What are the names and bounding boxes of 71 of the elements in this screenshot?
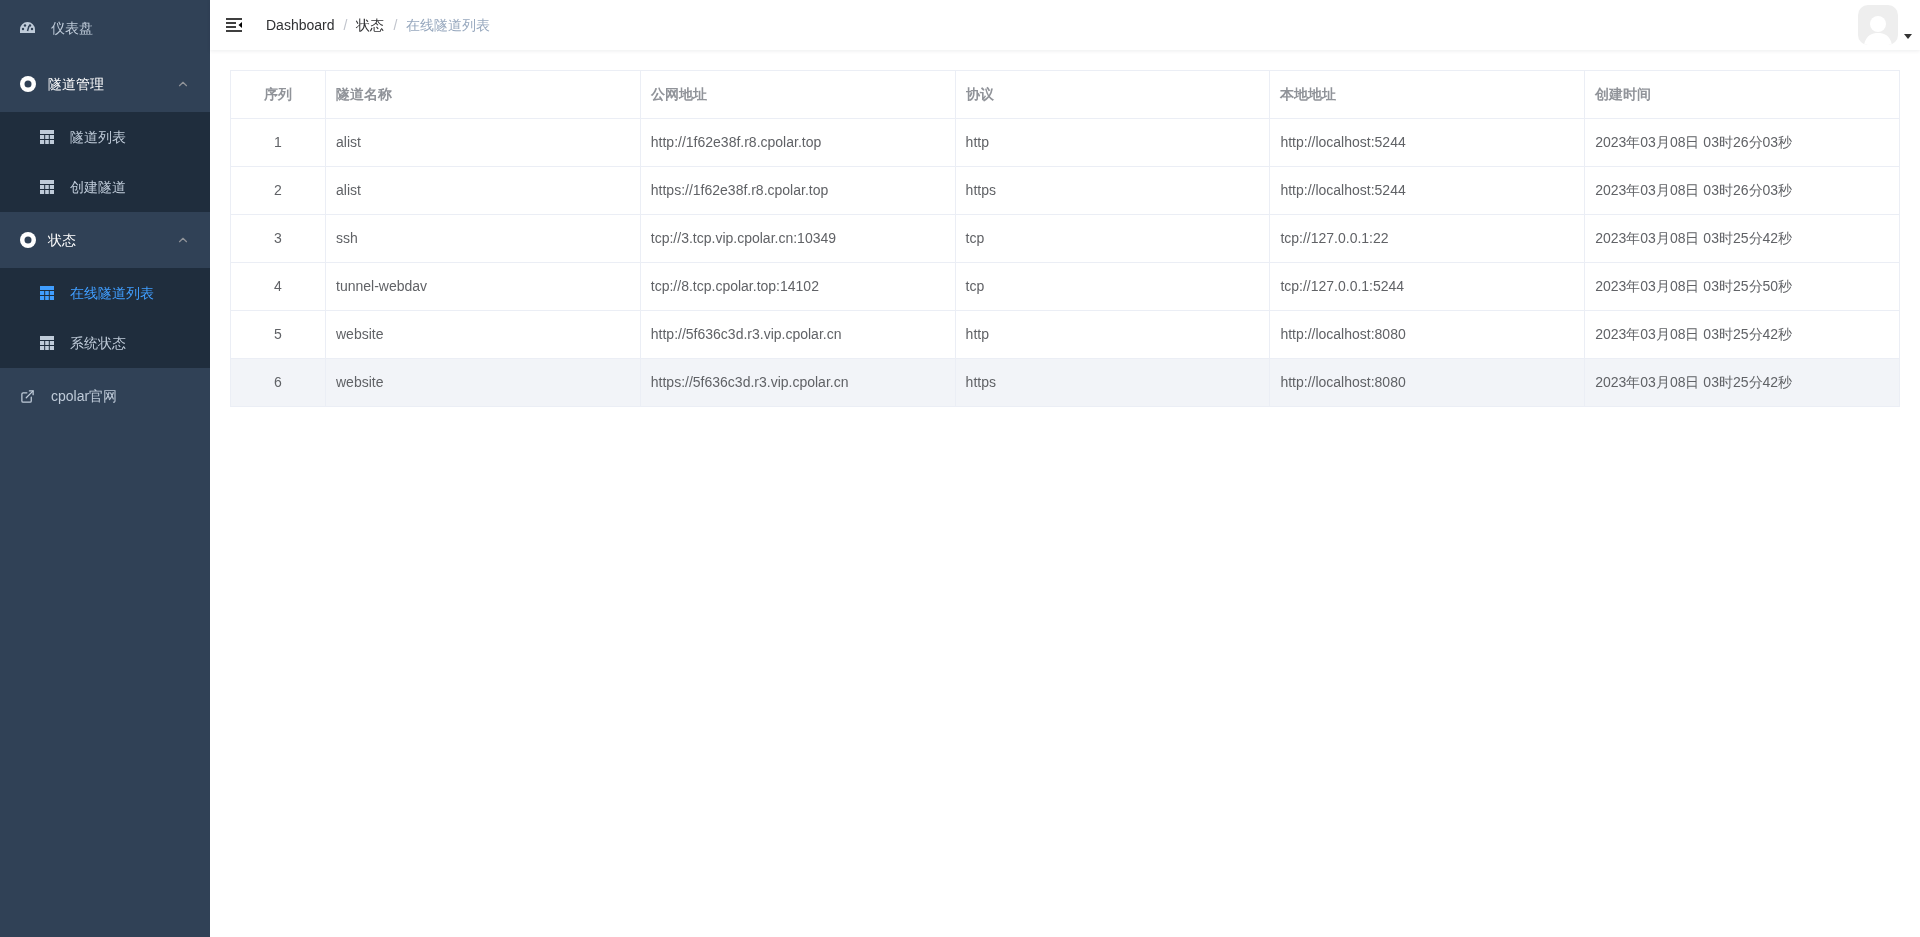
table-cell: https xyxy=(955,166,1270,215)
menu-group[interactable]: 隧道管理 xyxy=(0,56,210,112)
table-cell: https://5f636c3d.r3.vip.cpolar.cn xyxy=(640,358,956,407)
table-cell: 2023年03月08日 03时26分03秒 xyxy=(1584,118,1900,167)
table-cell: 5 xyxy=(230,310,326,359)
lifebuoy-icon xyxy=(20,76,36,92)
submenu-item[interactable]: 在线隧道列表 xyxy=(0,268,210,318)
table-row[interactable]: 5 website http://5f636c3d.r3.vip.cpolar.cn http http://localhost:8080 2023年03月08日 03时25分42秒 xyxy=(230,310,1900,359)
table-cell: tunnel-webdav xyxy=(325,262,641,311)
table-row[interactable]: 3 ssh tcp://3.tcp.vip.cpolar.cn:10349 tcp tcp://127.0.0.1:22 2023年03月08日 03时25分42秒 xyxy=(230,214,1900,263)
grid-icon xyxy=(40,130,54,144)
table-cell: tcp xyxy=(955,214,1270,263)
table-cell: tcp://127.0.0.1:22 xyxy=(1269,214,1585,263)
submenu-item[interactable]: 系统状态 xyxy=(0,318,210,368)
menu-item[interactable]: 仪表盘 xyxy=(0,0,210,56)
table-cell: alist xyxy=(325,166,641,215)
column-header: 本地地址 xyxy=(1269,70,1585,119)
table-cell: website xyxy=(325,310,641,359)
table-cell: 6 xyxy=(230,358,326,407)
table-row[interactable]: 2 alist https://1f62e38f.r8.cpolar.top https http://localhost:5244 2023年03月08日 03时26分03秒 xyxy=(230,166,1900,215)
table-cell: 2 xyxy=(230,166,326,215)
table-cell: 2023年03月08日 03时25分42秒 xyxy=(1584,310,1900,359)
external-link-icon xyxy=(20,388,35,404)
table-cell: 3 xyxy=(230,214,326,263)
table-cell: https://1f62e38f.r8.cpolar.top xyxy=(640,166,956,215)
breadcrumb-link[interactable]: 状态 xyxy=(356,14,385,36)
column-header: 创建时间 xyxy=(1584,70,1900,119)
table-cell: http xyxy=(955,118,1270,167)
table-cell: 2023年03月08日 03时25分50秒 xyxy=(1584,262,1900,311)
table-cell: tcp xyxy=(955,262,1270,311)
grid-icon xyxy=(40,180,54,194)
table-cell: http://5f636c3d.r3.vip.cpolar.cn xyxy=(640,310,956,359)
table-row[interactable]: 4 tunnel-webdav tcp://8.tcp.cpolar.top:14102 tcp tcp://127.0.0.1:5244 2023年03月08日 03时25分50秒 xyxy=(230,262,1900,311)
column-header: 序列 xyxy=(230,70,326,119)
table-cell: http://1f62e38f.r8.cpolar.top xyxy=(640,118,956,167)
gauge-icon xyxy=(20,22,35,34)
breadcrumb-current: 在线隧道列表 xyxy=(406,15,491,35)
submenu-item[interactable]: 隧道列表 xyxy=(0,112,210,162)
table-row[interactable]: 1 alist http://1f62e38f.r8.cpolar.top http http://localhost:5244 2023年03月08日 03时26分03秒 xyxy=(230,118,1900,167)
menu-item[interactable]: cpolar官网 xyxy=(0,368,210,424)
column-header: 隧道名称 xyxy=(325,70,641,119)
table-row[interactable]: 6 website https://5f636c3d.r3.vip.cpolar.cn https http://localhost:8080 2023年03月08日 03时25分42秒 xyxy=(230,358,1900,407)
breadcrumb-separator: / xyxy=(393,15,398,35)
lifebuoy-icon xyxy=(20,232,36,248)
table-cell: 4 xyxy=(230,262,326,311)
grid-icon xyxy=(40,286,54,300)
submenu-item[interactable]: 创建隧道 xyxy=(0,162,210,212)
breadcrumb-separator: / xyxy=(343,15,348,35)
column-header: 公网地址 xyxy=(640,70,956,119)
table-cell: ssh xyxy=(325,214,641,263)
grid-icon xyxy=(40,336,54,350)
caret-down-icon[interactable] xyxy=(1904,33,1912,39)
table-cell: http://localhost:5244 xyxy=(1269,166,1585,215)
table-cell: https xyxy=(955,358,1270,407)
table-cell: http xyxy=(955,310,1270,359)
table-cell: tcp://127.0.0.1:5244 xyxy=(1269,262,1585,311)
column-header: 协议 xyxy=(955,70,1270,119)
table-cell: http://localhost:8080 xyxy=(1269,358,1585,407)
table-cell: 1 xyxy=(230,118,326,167)
table-cell: 2023年03月08日 03时25分42秒 xyxy=(1584,214,1900,263)
menu-fold-icon[interactable] xyxy=(226,18,242,32)
menu-group[interactable]: 状态 xyxy=(0,212,210,268)
table-cell: tcp://8.tcp.cpolar.top:14102 xyxy=(640,262,956,311)
table-cell: 2023年03月08日 03时25分42秒 xyxy=(1584,358,1900,407)
table-cell: website xyxy=(325,358,641,407)
table-cell: 2023年03月08日 03时26分03秒 xyxy=(1584,166,1900,215)
table-cell: tcp://3.tcp.vip.cpolar.cn:10349 xyxy=(640,214,956,263)
table-cell: http://localhost:8080 xyxy=(1269,310,1585,359)
table-cell: alist xyxy=(325,118,641,167)
breadcrumb-link[interactable]: Dashboard xyxy=(266,14,335,36)
table-cell: http://localhost:5244 xyxy=(1269,118,1585,167)
